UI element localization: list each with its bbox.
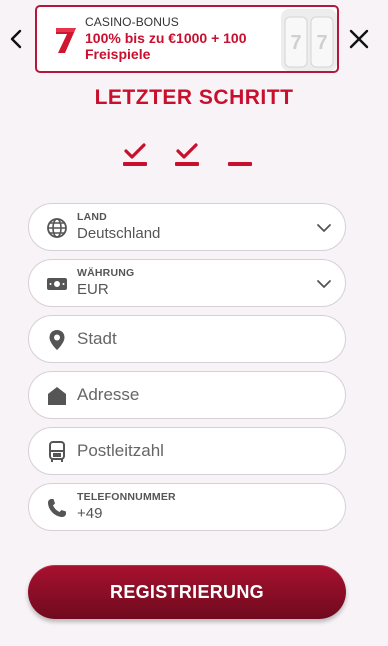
register-button[interactable]: REGISTRIERUNG	[28, 565, 346, 619]
close-button[interactable]	[346, 26, 372, 52]
chevron-down-icon	[317, 280, 331, 288]
address-placeholder: Adresse	[77, 385, 140, 404]
close-icon	[349, 29, 369, 49]
slot-machine-icon: 7 7	[281, 9, 337, 71]
location-pin-icon	[49, 330, 65, 350]
chevron-down-icon	[317, 224, 331, 232]
country-value: Deutschland	[77, 225, 161, 242]
step-indicator	[118, 140, 258, 170]
phone-label: TELEFONNUMMER	[77, 491, 176, 503]
svg-text:7: 7	[290, 32, 301, 54]
step-bar	[228, 162, 252, 166]
phone-input[interactable]: TELEFONNUMMER +49	[28, 483, 346, 531]
svg-text:7: 7	[316, 32, 327, 54]
money-icon	[47, 278, 67, 290]
city-placeholder: Stadt	[77, 329, 117, 348]
address-input[interactable]: Adresse	[28, 371, 346, 419]
bonus-label: CASINO-BONUS	[85, 15, 179, 29]
step-1-done	[123, 140, 149, 168]
casino-bonus-banner[interactable]: CASINO-BONUS 100% bis zu €1000 + 100 Fre…	[35, 5, 339, 73]
lucky-seven-icon	[56, 28, 76, 53]
home-icon	[48, 387, 66, 405]
mailbox-icon	[49, 441, 65, 462]
chevron-left-icon	[10, 29, 22, 49]
bonus-offer: 100% bis zu €1000 + 100 Freispiele	[85, 30, 247, 62]
phone-value: +49	[77, 505, 103, 522]
phone-icon	[48, 499, 66, 517]
country-select[interactable]: LAND Deutschland	[28, 203, 346, 251]
back-button[interactable]	[6, 26, 26, 52]
page-title: LETZTER SCHRITT	[94, 86, 294, 109]
currency-select[interactable]: WÄHRUNG EUR	[28, 259, 346, 307]
step-bar	[123, 162, 147, 166]
step-bar	[175, 162, 199, 166]
country-label: LAND	[77, 211, 107, 223]
step-3-current	[228, 140, 254, 168]
postcode-input[interactable]: Postleitzahl	[28, 427, 346, 475]
checkmark-icon	[176, 143, 198, 159]
currency-value: EUR	[77, 281, 109, 298]
globe-icon	[47, 218, 67, 238]
step-2-done	[175, 140, 201, 168]
currency-label: WÄHRUNG	[77, 267, 135, 279]
postcode-placeholder: Postleitzahl	[77, 441, 164, 460]
city-input[interactable]: Stadt	[28, 315, 346, 363]
checkmark-icon	[124, 143, 146, 159]
top-bar: CASINO-BONUS 100% bis zu €1000 + 100 Fre…	[0, 0, 388, 76]
bonus-text: CASINO-BONUS 100% bis zu €1000 + 100 Fre…	[85, 15, 285, 62]
